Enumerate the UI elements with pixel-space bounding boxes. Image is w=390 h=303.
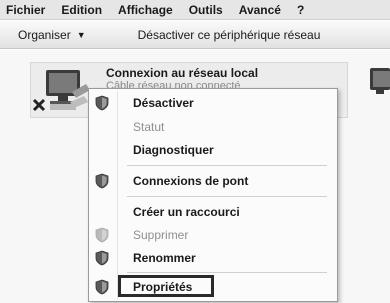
menu-item-diagnostiquer[interactable]: Diagnostiquer xyxy=(91,139,335,161)
menu-bar: Fichier Edition Affichage Outils Avancé … xyxy=(0,0,390,20)
command-bar: Organiser ▼ Désactiver ce périphérique r… xyxy=(0,21,390,49)
menu-item-desactiver[interactable]: Désactiver xyxy=(91,92,335,114)
shield-icon xyxy=(95,279,109,295)
shield-icon xyxy=(95,227,109,243)
menu-item-label: Désactiver xyxy=(133,96,194,110)
menu-edition[interactable]: Edition xyxy=(61,3,102,17)
menu-item-label: Créer un raccourci xyxy=(133,205,240,219)
context-menu: Désactiver Statut Diagnostiquer Connexio… xyxy=(88,88,338,302)
menu-item-label: Renommer xyxy=(133,251,196,265)
menu-help[interactable]: ? xyxy=(297,3,304,17)
shield-icon xyxy=(95,173,109,189)
menu-item-label: Connexions de pont xyxy=(133,174,249,188)
menu-separator xyxy=(127,196,327,197)
menu-avance[interactable]: Avancé xyxy=(239,3,281,17)
menu-affichage[interactable]: Affichage xyxy=(118,3,173,17)
menu-fichier[interactable]: Fichier xyxy=(6,3,45,17)
menu-item-label: Supprimer xyxy=(133,228,189,242)
network-adapter-icon[interactable] xyxy=(368,64,390,102)
network-adapter-icon xyxy=(32,70,90,112)
proprietes-highlight-box xyxy=(118,275,214,297)
organiser-button[interactable]: Organiser ▼ xyxy=(18,28,86,42)
disable-device-button[interactable]: Désactiver ce périphérique réseau xyxy=(138,28,321,42)
menu-separator xyxy=(127,165,327,166)
menu-item-connexions-de-pont[interactable]: Connexions de pont xyxy=(91,170,335,192)
menu-item-label: Diagnostiquer xyxy=(133,143,214,157)
disconnected-x-icon xyxy=(32,98,46,112)
menu-separator xyxy=(127,272,327,273)
menu-outils[interactable]: Outils xyxy=(189,3,223,17)
shield-icon xyxy=(95,95,109,111)
organiser-label: Organiser xyxy=(18,27,71,42)
menu-item-supprimer[interactable]: Supprimer xyxy=(91,224,335,246)
menu-item-creer-raccourci[interactable]: Créer un raccourci xyxy=(91,201,335,223)
menu-item-renommer[interactable]: Renommer xyxy=(91,247,335,269)
connection-name: Connexion au réseau local xyxy=(106,66,259,80)
menu-item-statut[interactable]: Statut xyxy=(91,116,335,138)
menu-item-label: Statut xyxy=(133,120,165,134)
shield-icon xyxy=(95,250,109,266)
chevron-down-icon: ▼ xyxy=(76,29,86,40)
